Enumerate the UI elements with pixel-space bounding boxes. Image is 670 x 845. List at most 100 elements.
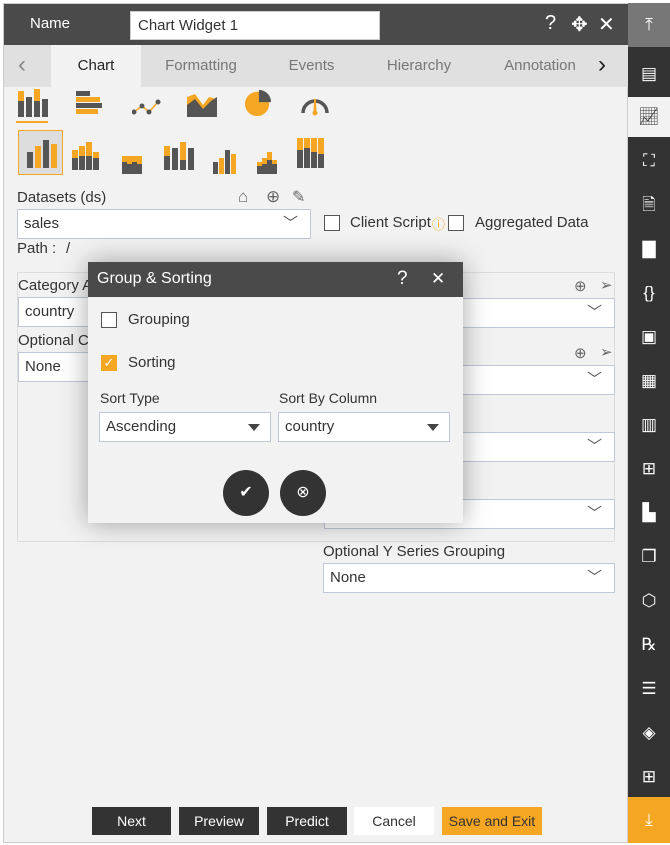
predict-button[interactable]: Predict <box>267 807 347 835</box>
close-icon[interactable]: ✕ <box>431 269 445 289</box>
subtype-stacked-tall-icon[interactable] <box>164 142 194 170</box>
send-icon[interactable]: ➢ <box>600 276 613 294</box>
caret-down-icon <box>248 424 260 431</box>
copy-icon[interactable]: ❐ <box>628 537 670 577</box>
cancel-button[interactable]: Cancel <box>354 807 434 835</box>
add-series-icon[interactable]: ⊕ <box>574 344 587 362</box>
sort-type-value: Ascending <box>106 418 177 435</box>
gauge-chart-icon[interactable] <box>300 91 330 119</box>
caret-down-icon <box>427 424 439 431</box>
y-grouping-value: None <box>330 569 366 586</box>
subtype-clustered-selected[interactable] <box>18 130 63 175</box>
right-sidebar: ⤒ ▤ 📈︎ ⛶ 🗎︎ ▇ {} ▣ ▦ ▥ ⊞ ▙ ❐ ⬡ ℞ ☰ ◈ ⊞ ⤓ <box>628 3 670 843</box>
calendar-icon[interactable]: ▦ <box>628 361 670 401</box>
sorting-checkbox[interactable]: ✓ <box>101 355 117 371</box>
tab-chart[interactable]: Chart <box>51 45 141 87</box>
add-series-icon[interactable]: ⊕ <box>574 277 587 295</box>
scroll-bottom-icon[interactable]: ⤓ <box>628 797 670 843</box>
document-chart-icon[interactable]: 🗎︎ <box>628 185 670 225</box>
cancel-dialog-button[interactable]: ⊗ <box>280 470 326 516</box>
image-icon[interactable]: ▣ <box>628 317 670 357</box>
line-chart-icon[interactable] <box>132 92 162 120</box>
tab-annotation[interactable]: Annotation <box>494 45 586 87</box>
optional-c-label: Optional C <box>18 332 89 349</box>
subtype-100-percent-icon[interactable] <box>297 138 327 168</box>
subtype-stacked-icon[interactable] <box>72 142 102 170</box>
tab-formatting[interactable]: Formatting <box>151 45 251 87</box>
confirm-button[interactable]: ✔ <box>223 470 269 516</box>
add-widget-icon[interactable]: ⊞ <box>628 757 670 797</box>
tab-bar: ‹ Chart Formatting Events Hierarchy Anno… <box>4 45 629 87</box>
y-grouping-label: Optional Y Series Grouping <box>323 543 506 560</box>
layers-icon[interactable]: ◈ <box>628 713 670 753</box>
chevron-down-icon: ﹀ <box>586 371 602 388</box>
aggregated-data-checkbox[interactable] <box>448 215 464 231</box>
tab-next-icon[interactable]: › <box>598 51 606 79</box>
aggregated-data-label: Aggregated Data <box>475 214 589 231</box>
tab-prev-icon[interactable]: ‹ <box>18 51 26 79</box>
edit-icon[interactable]: ✎ <box>292 187 305 207</box>
grouping-label: Grouping <box>128 311 190 328</box>
scroll-top-icon[interactable]: ⤒ <box>628 3 670 47</box>
save-exit-button[interactable]: Save and Exit <box>442 807 542 835</box>
optional-c-value: None <box>25 358 61 375</box>
area-chart-icon[interactable] <box>187 91 217 119</box>
subtype-stacked-grouped-icon[interactable] <box>257 146 287 174</box>
chevron-down-icon: ﹀ <box>586 505 602 522</box>
notes-icon[interactable]: ☰ <box>628 669 670 709</box>
bar-chart-icon[interactable] <box>76 91 106 119</box>
sort-by-select[interactable]: country <box>278 412 450 442</box>
client-script-checkbox[interactable] <box>324 215 340 231</box>
dialog-header: Group & Sorting ? ✕ <box>88 262 463 297</box>
y-grouping-select[interactable]: None ﹀ <box>323 563 615 593</box>
tab-events[interactable]: Events <box>264 45 359 87</box>
pie-chart-icon[interactable] <box>243 89 273 117</box>
info-icon[interactable]: ⓘ <box>432 214 445 233</box>
table-icon[interactable]: ▤ <box>628 54 670 94</box>
home-icon[interactable]: ⌂ <box>238 187 248 207</box>
hierarchy-icon[interactable]: ⊞ <box>628 449 670 489</box>
code-icon[interactable]: {} <box>628 273 670 313</box>
map-icon[interactable]: ⛶ <box>628 141 670 181</box>
preview-button[interactable]: Preview <box>179 807 259 835</box>
add-icon[interactable]: ⊕ <box>266 187 280 207</box>
dataset-select[interactable]: sales ﹀ <box>17 209 311 239</box>
name-input[interactable] <box>130 11 380 40</box>
send-icon[interactable]: ➢ <box>600 343 613 361</box>
document-icon[interactable]: ▇ <box>628 229 670 269</box>
chart-icon[interactable]: 📈︎ <box>628 97 670 137</box>
close-icon[interactable]: ✕ <box>598 12 615 37</box>
move-icon[interactable]: ✥ <box>571 12 588 37</box>
sort-type-label: Sort Type <box>100 390 160 406</box>
check-icon: ✔ <box>239 484 253 501</box>
client-script-label: Client Script <box>350 214 431 231</box>
subtype-stacked-small-icon[interactable] <box>122 146 152 174</box>
datasets-label: Datasets (ds) <box>17 189 107 206</box>
tab-hierarchy[interactable]: Hierarchy <box>369 45 469 87</box>
close-circle-icon: ⊗ <box>296 484 310 501</box>
column-chart-icon[interactable] <box>16 89 48 123</box>
cubes-icon[interactable]: ⬡ <box>628 581 670 621</box>
grouping-checkbox[interactable] <box>101 312 117 328</box>
category-label: Category A <box>18 277 93 294</box>
bar-chart-icon[interactable]: ▙ <box>628 493 670 533</box>
subtype-clustered-small-icon[interactable] <box>213 146 243 174</box>
chevron-down-icon: ﹀ <box>586 569 602 586</box>
sort-type-select[interactable]: Ascending <box>99 412 271 442</box>
chevron-down-icon: ﹀ <box>586 304 602 321</box>
chevron-down-icon: ﹀ <box>282 215 298 232</box>
help-icon[interactable]: ? <box>397 268 408 290</box>
rx-icon[interactable]: ℞ <box>628 625 670 665</box>
report-icon[interactable]: ▥ <box>628 405 670 445</box>
path-label: Path : <box>17 240 57 257</box>
dialog-title: Group & Sorting <box>97 270 212 287</box>
chevron-down-icon: ﹀ <box>586 438 602 455</box>
group-sorting-dialog: Group & Sorting ? ✕ Grouping ✓ Sorting S… <box>88 262 463 523</box>
sorting-label: Sorting <box>128 354 176 371</box>
header: Name ? ✥ ✕ <box>4 4 629 45</box>
path-value: / <box>66 240 71 257</box>
help-icon[interactable]: ? <box>545 12 556 35</box>
name-label: Name <box>30 15 71 32</box>
sort-by-label: Sort By Column <box>279 390 378 406</box>
next-button[interactable]: Next <box>92 807 171 835</box>
